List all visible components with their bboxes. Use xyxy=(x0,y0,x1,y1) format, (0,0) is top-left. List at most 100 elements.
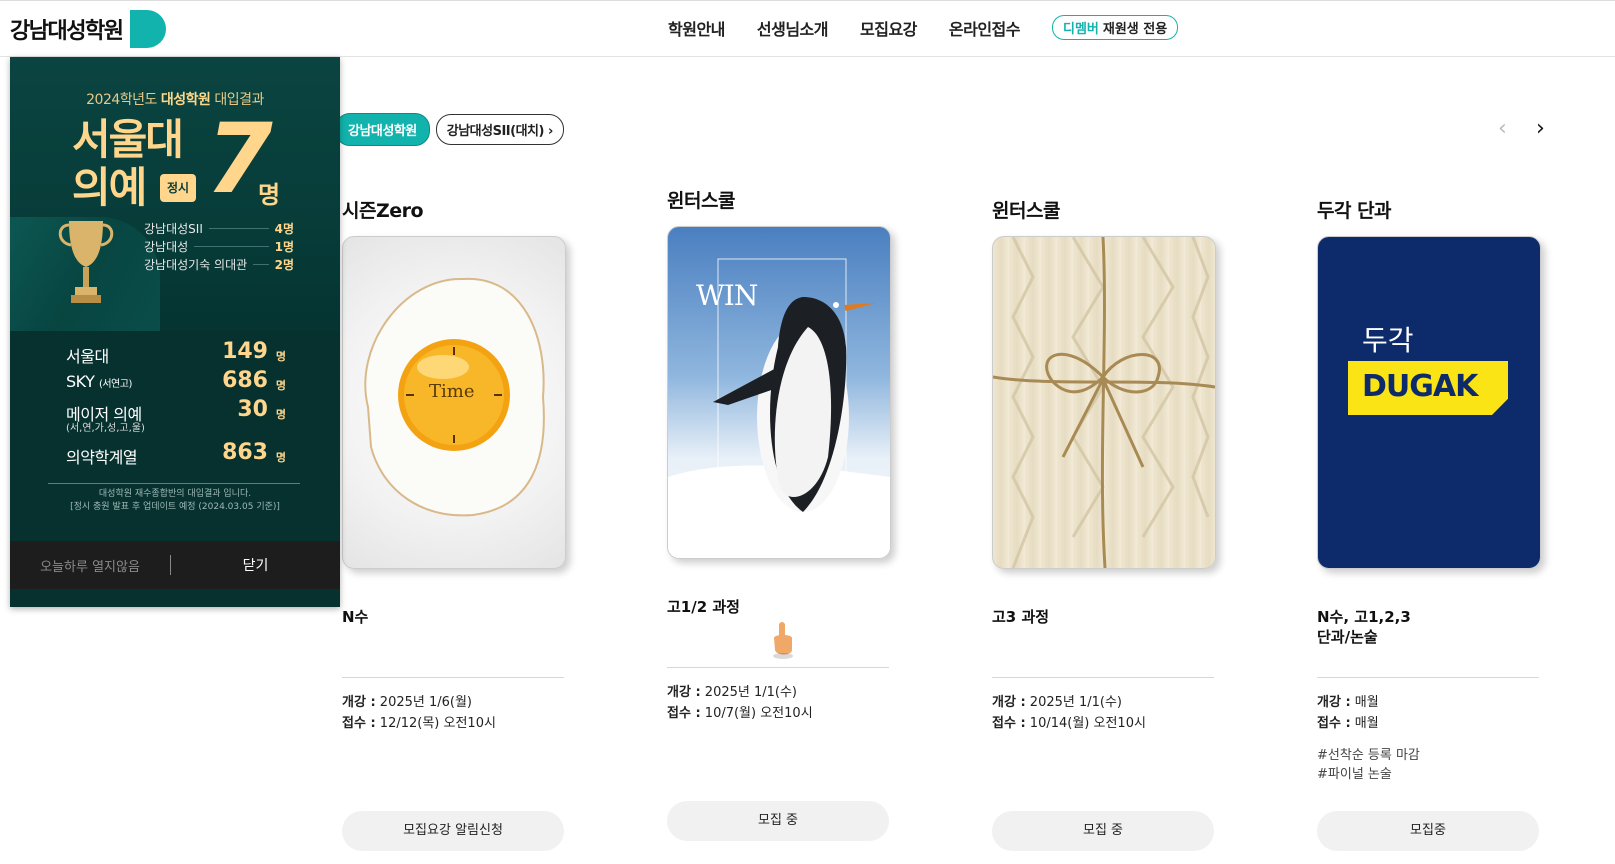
dugak-banner: DUGAK xyxy=(1348,361,1508,415)
breakdown-name: 강남대성기숙 의대관 xyxy=(144,257,248,272)
card-action-button[interactable]: 모집 중 xyxy=(667,801,889,841)
apply-label: 접수 : xyxy=(1317,716,1351,731)
card-target-line: 단과/논술 xyxy=(1317,628,1378,646)
stat-name-extra: (서연고) xyxy=(98,379,132,390)
pill-text: 재원생 전용 xyxy=(1102,22,1168,37)
subtitle-bold: 대성학원 xyxy=(160,92,211,108)
card-tag: #파이널 논술 xyxy=(1317,767,1392,782)
open-value: 2025년 1/1(수) xyxy=(1029,695,1122,710)
card-image xyxy=(992,236,1216,569)
card-target: 고3 과정 xyxy=(992,607,1214,667)
filter-gangnam-daesung[interactable]: 강남대성학원 xyxy=(335,113,430,146)
results-popup: 2024학년도 대성학원 대입결과 서울대 의예 정시 7 명 강남대성SII 4… xyxy=(10,57,340,607)
logo-mark-icon xyxy=(130,10,167,48)
stat-row: 서울대 149 명 xyxy=(66,339,286,368)
stat-name: SKY (서연고) xyxy=(66,372,132,391)
card-info: 개강 : 2025년 1/1(수) 접수 : 10/14(월) 오전10시 xyxy=(992,692,1214,734)
member-pill-button[interactable]: 디멤버 재원생 전용 xyxy=(1052,15,1179,40)
program-card[interactable]: 두각 단과 두각 DUGAK N수, 고1,2,3 단과/논술 개강 : 매월 … xyxy=(1317,196,1541,851)
card-title: 두각 단과 xyxy=(1317,200,1392,222)
win-text: WIN xyxy=(696,279,758,312)
site-header: 강남대성학원 학원안내 선생님소개 모집요강 온라인접수 디멤버 재원생 전용 xyxy=(0,1,1615,57)
nav-item-admission[interactable]: 모집요강 xyxy=(860,16,917,40)
apply-value: 12/12(목) 오전10시 xyxy=(379,716,496,731)
breakdown-line xyxy=(194,245,269,247)
popup-badge: 정시 xyxy=(160,174,196,202)
card-target-line: 고1/2 과정 xyxy=(667,598,740,616)
stat-value: 686 xyxy=(222,368,268,393)
knit-sweater-image xyxy=(993,237,1215,568)
stat-value: 30 xyxy=(237,397,268,422)
nav-item-about[interactable]: 학원안내 xyxy=(668,16,725,40)
open-label: 개강 : xyxy=(667,685,701,700)
carousel-next-button[interactable]: › xyxy=(1536,116,1545,141)
card-tag: #선착순 등록 마감 xyxy=(1317,748,1420,763)
logo-text: 강남대성학원 xyxy=(10,19,124,44)
open-value: 매월 xyxy=(1354,695,1379,710)
popup-note-line: 대성학원 재수종합반의 대입결과 입니다. xyxy=(98,489,252,499)
breakdown-row: 강남대성기숙 의대관 2명 xyxy=(144,255,294,273)
breakdown-value: 1명 xyxy=(274,239,294,254)
apply-value: 10/7(월) 오전10시 xyxy=(704,706,813,721)
breakdown-line xyxy=(253,263,269,265)
card-title: 시즌Zero xyxy=(342,200,424,222)
breakdown-name: 강남대성SII xyxy=(144,221,203,236)
open-label: 개강 : xyxy=(992,695,1026,710)
stat-unit: 명 xyxy=(275,408,286,421)
card-action-button[interactable]: 모집중 xyxy=(1317,811,1539,851)
apply-value: 매월 xyxy=(1354,716,1379,731)
dont-show-today-button[interactable]: 오늘하루 열지않음 xyxy=(10,556,170,575)
breakdown-line xyxy=(208,227,269,229)
program-card[interactable]: 시즌Zero Time N수 개강 : 2025년 1/6(월) 접수 : 12… xyxy=(342,196,566,851)
program-card[interactable]: 윈터스쿨 고3 과정 개강 : 2025년 1/1(수) 접수 : 10/14(… xyxy=(992,196,1216,851)
card-image: 두각 DUGAK xyxy=(1317,236,1541,569)
popup-footer: 오늘하루 열지않음 닫기 xyxy=(10,541,340,589)
trophy-icon xyxy=(58,221,114,303)
penguin-image xyxy=(668,258,890,558)
popup-big-unit: 명 xyxy=(258,181,281,209)
popup-divider xyxy=(48,483,300,484)
popup-note: 대성학원 재수종합반의 대입결과 입니다. [정시 충원 발표 후 업데이트 예… xyxy=(10,488,340,514)
card-title: 윈터스쿨 xyxy=(992,200,1060,222)
carousel-prev-button[interactable]: ‹ xyxy=(1498,116,1507,141)
breakdown-value: 2명 xyxy=(274,257,294,272)
card-info: 개강 : 매월 접수 : 매월 xyxy=(1317,692,1539,734)
main-nav: 학원안내 선생님소개 모집요강 온라인접수 디멤버 재원생 전용 xyxy=(668,15,1179,40)
stat-name-text: 서울대 xyxy=(66,347,109,366)
dugak-korean-text: 두각 xyxy=(1362,324,1414,357)
stat-unit: 명 xyxy=(275,451,286,464)
popup-subtitle: 2024학년도 대성학원 대입결과 xyxy=(10,89,340,109)
card-title: 윈터스쿨 xyxy=(667,190,735,212)
breakdown-row: 강남대성 1명 xyxy=(144,237,294,255)
card-target-line: N수 xyxy=(342,608,369,626)
card-divider xyxy=(992,677,1214,678)
pointing-hand-icon xyxy=(773,622,793,659)
card-divider xyxy=(1317,677,1539,678)
dugak-english-text: DUGAK xyxy=(1362,369,1478,404)
subtitle-year: 2024학년도 xyxy=(86,92,157,108)
stat-name: 의약학계열 xyxy=(66,444,138,468)
close-popup-button[interactable]: 닫기 xyxy=(171,555,340,575)
filter-gangnam-s2[interactable]: 강남대성SII(대치) › xyxy=(435,114,564,145)
breakdown-value: 4명 xyxy=(274,221,294,236)
pill-accent-text: 디멤버 xyxy=(1063,22,1099,37)
chevron-right-icon: › xyxy=(547,124,553,139)
stat-unit: 명 xyxy=(275,379,286,392)
nav-item-teachers[interactable]: 선생님소개 xyxy=(757,16,829,40)
open-value: 2025년 1/6(월) xyxy=(379,695,472,710)
nav-item-online-apply[interactable]: 온라인접수 xyxy=(949,16,1021,40)
card-action-button[interactable]: 모집 중 xyxy=(992,811,1214,851)
apply-label: 접수 : xyxy=(667,706,701,721)
card-target-line: 고3 과정 xyxy=(992,608,1050,626)
logo[interactable]: 강남대성학원 xyxy=(10,10,167,48)
stat-name: 서울대 xyxy=(66,343,109,367)
card-action-button[interactable]: 모집요강 알림신청 xyxy=(342,811,564,851)
popup-note-line: [정시 충원 발표 후 업데이트 예정 (2024.03.05 기준)] xyxy=(70,502,280,512)
stat-row: 의약학계열 863 명 xyxy=(66,440,286,469)
card-target-line: N수, 고1,2,3 xyxy=(1317,608,1411,626)
card-divider xyxy=(667,667,889,668)
stat-name-text: SKY xyxy=(66,372,95,391)
card-info: 개강 : 2025년 1/6(월) 접수 : 12/12(목) 오전10시 xyxy=(342,692,564,734)
open-value: 2025년 1/1(수) xyxy=(704,685,797,700)
breakdown-name: 강남대성 xyxy=(144,239,189,254)
